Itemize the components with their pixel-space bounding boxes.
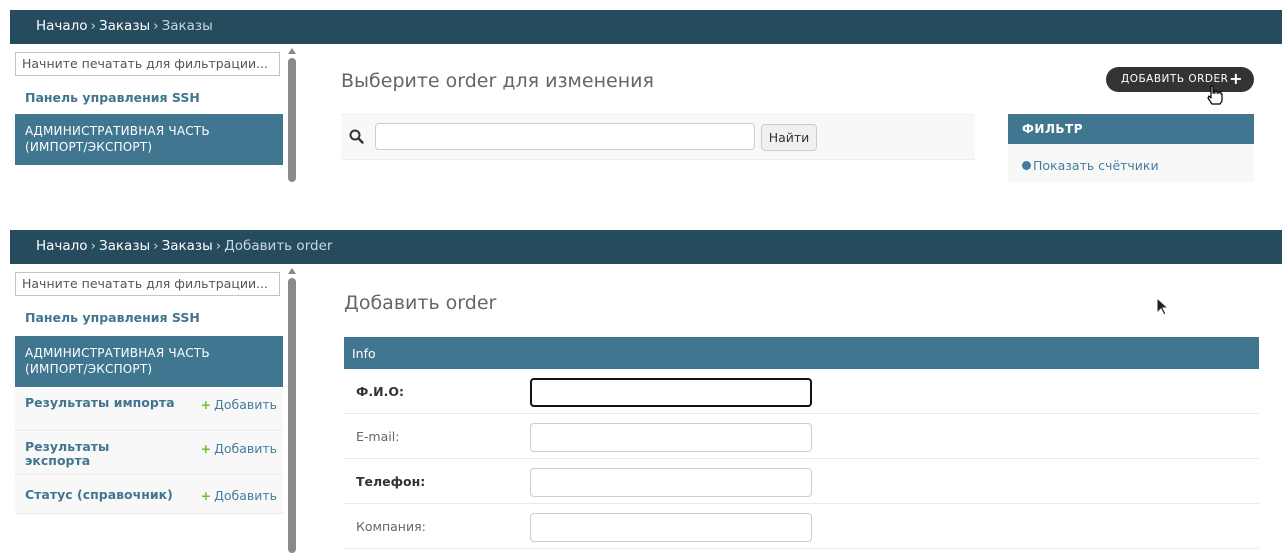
nav-sidebar: Начните печатать для фильтрации... Панел… [10, 44, 299, 182]
mouse-pointer-icon [1156, 297, 1170, 316]
sidebar-filter-input[interactable]: Начните печатать для фильтрации... [15, 272, 280, 296]
sidebar-model-row: Результаты экспорта + Добавить [15, 432, 283, 475]
fieldset-header: Info [344, 337, 1259, 369]
sidebar-model-link[interactable]: Результаты экспорта [25, 440, 175, 468]
plus-icon: + [200, 441, 212, 456]
sidebar-model-link[interactable]: Статус (справочник) [25, 488, 195, 502]
sidebar-scrollbar[interactable] [286, 48, 298, 182]
fio-input[interactable] [530, 378, 812, 407]
sidebar-add-label: Добавить [214, 397, 277, 412]
breadcrumb-home-link[interactable]: Начало [36, 18, 88, 34]
breadcrumb: Начало › Заказы › Заказы › Добавить order [36, 238, 332, 254]
breadcrumb-app-link[interactable]: Заказы [99, 18, 150, 34]
hand-pointer-icon [1207, 85, 1223, 105]
header-bar: Начало › Заказы › Заказы [10, 10, 1282, 44]
sidebar-scrollbar[interactable] [286, 268, 298, 553]
search-toolbar: Найти [341, 114, 975, 160]
add-order-button[interactable]: ДОБАВИТЬ ORDER + [1106, 67, 1254, 92]
search-icon [349, 129, 364, 144]
breadcrumb-separator: › [215, 238, 222, 254]
email-input[interactable] [530, 423, 812, 452]
plus-icon: + [200, 397, 212, 412]
sidebar-model-row: Результаты импорта + Добавить [15, 388, 283, 431]
sidebar-add-label: Добавить [214, 441, 277, 456]
breadcrumb-home-link[interactable]: Начало [36, 238, 88, 254]
breadcrumb-current: Заказы [161, 18, 213, 34]
breadcrumb-model-link[interactable]: Заказы [162, 238, 213, 254]
phone-input[interactable] [530, 468, 812, 497]
page-title: Выберите order для изменения [341, 70, 654, 92]
filter-header: ФИЛЬТР [1008, 114, 1254, 144]
add-form-screenshot: Начало › Заказы › Заказы › Добавить order Начн… [0, 220, 1282, 553]
change-list-screenshot: Начало › Заказы › Заказы Начните печатать дл… [0, 0, 1282, 182]
header-bar: Начало › Заказы › Заказы › Добавить order [10, 230, 1282, 264]
sidebar-model-link[interactable]: Результаты импорта [25, 396, 175, 410]
form-row-email: E-mail: [344, 414, 1259, 459]
nav-sidebar: Начните печатать для фильтрации... Панел… [10, 264, 299, 553]
form-row-phone: Телефон: [344, 459, 1259, 504]
sidebar-app-link[interactable]: Панель управления SSH [25, 90, 200, 105]
search-input[interactable] [375, 123, 755, 150]
scrollbar-thumb[interactable] [288, 278, 296, 553]
sidebar-add-link[interactable]: + Добавить [201, 441, 277, 456]
sidebar-model-row: Статус (справочник) + Добавить [15, 476, 283, 514]
sidebar-add-link[interactable]: + Добавить [201, 488, 277, 503]
page-title: Добавить order [344, 292, 497, 314]
plus-icon: + [1229, 69, 1243, 88]
fio-label: Ф.И.О: [356, 384, 404, 399]
filter-panel: ФИЛЬТР Показать счётчики [1008, 114, 1254, 182]
eye-icon [1022, 161, 1031, 170]
show-counts-link[interactable]: Показать счётчики [1022, 158, 1159, 173]
breadcrumb-app-link[interactable]: Заказы [99, 238, 150, 254]
sidebar-add-label: Добавить [214, 488, 277, 503]
breadcrumb-separator: › [90, 238, 96, 254]
scrollbar-thumb[interactable] [288, 58, 296, 182]
info-fieldset: Info Ф.И.О: E-mail: Телефон: Компания: [344, 337, 1259, 549]
form-row-fio: Ф.И.О: [344, 369, 1259, 414]
plus-icon: + [200, 488, 212, 503]
email-label: E-mail: [356, 429, 400, 444]
breadcrumb-separator: › [153, 18, 159, 34]
sidebar-add-link[interactable]: + Добавить [201, 397, 277, 412]
show-counts-label: Показать счётчики [1033, 158, 1159, 173]
form-row-company: Компания: [344, 504, 1259, 549]
sidebar-app-header[interactable]: АДМИНИСТРАТИВНАЯ ЧАСТЬ (ИМПОРТ/ЭКСПОРТ) [15, 336, 283, 387]
company-label: Компания: [356, 519, 426, 534]
breadcrumb: Начало › Заказы › Заказы [36, 18, 213, 34]
sidebar-app-header[interactable]: АДМИНИСТРАТИВНАЯ ЧАСТЬ (ИМПОРТ/ЭКСПОРТ) [15, 114, 283, 165]
search-button[interactable]: Найти [761, 124, 817, 151]
scroll-up-arrow-icon[interactable] [288, 268, 296, 274]
breadcrumb-current: Добавить order [224, 238, 333, 254]
breadcrumb-separator: › [90, 18, 96, 34]
company-input[interactable] [530, 513, 812, 542]
breadcrumb-separator: › [153, 238, 159, 254]
sidebar-filter-input[interactable]: Начните печатать для фильтрации... [15, 52, 280, 76]
phone-label: Телефон: [356, 474, 426, 489]
sidebar-app-link[interactable]: Панель управления SSH [25, 310, 200, 325]
scroll-up-arrow-icon[interactable] [288, 48, 296, 54]
